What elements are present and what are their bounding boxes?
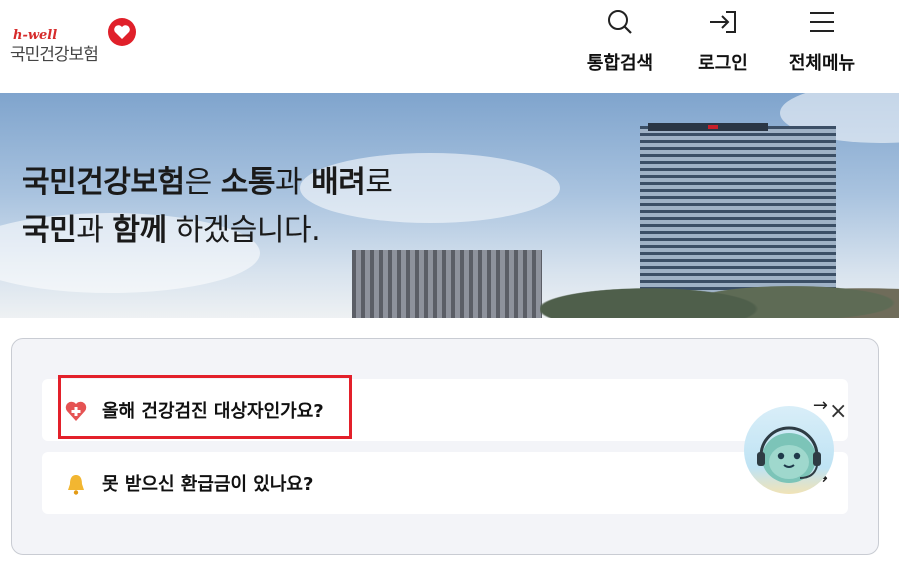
chatbot-button[interactable] xyxy=(744,406,834,494)
nav-search-button[interactable]: 통합검색 xyxy=(578,0,662,93)
nav-search-label: 통합검색 xyxy=(586,53,654,74)
bell-icon xyxy=(64,472,88,496)
arrow-right-icon: → xyxy=(812,395,828,416)
heart-logo-icon xyxy=(108,18,136,46)
site-header: h-well 국민건강보험 통합검색 로그인 전체메뉴 xyxy=(0,0,902,93)
nav-menu-label: 전체메뉴 xyxy=(788,53,856,74)
slogan-word: 배려 xyxy=(311,165,366,200)
hamburger-menu-icon xyxy=(808,8,836,40)
nav-login-button[interactable]: 로그인 xyxy=(690,0,756,93)
slogan-word: 국민 xyxy=(22,213,77,248)
quick-link-refund[interactable]: 못 받으신 환급금이 있나요? → xyxy=(42,452,848,514)
close-icon[interactable]: × xyxy=(829,401,847,423)
quick-link-label: 못 받으신 환급금이 있나요? xyxy=(102,474,314,495)
nav-login-label: 로그인 xyxy=(698,53,748,74)
slogan-word: 로 xyxy=(365,165,393,200)
logo-name: 국민건강보험 xyxy=(10,45,99,65)
building-logo-mark xyxy=(708,125,718,129)
slogan-word: 과 xyxy=(76,213,113,248)
hero-slogan-line-1: 국민건강보험은 소통과 배려로 xyxy=(22,159,393,207)
nav-menu-button[interactable]: 전체메뉴 xyxy=(782,0,862,93)
slogan-word: 소통 xyxy=(220,165,276,200)
slogan-word: 국민건강보험 xyxy=(22,165,185,200)
trees-image xyxy=(540,261,899,318)
hero-banner: 국민건강보험은 소통과 배려로 국민과 함께 하겠습니다. xyxy=(0,93,899,318)
slogan-word: 과 xyxy=(274,165,312,200)
slogan-word: 하겠습니다. xyxy=(166,213,321,248)
hero-slogan-line-2: 국민과 함께 하겠습니다. xyxy=(22,207,392,255)
side-building-image xyxy=(352,250,542,318)
logo[interactable]: h-well 국민건강보험 xyxy=(10,18,140,68)
login-icon xyxy=(708,8,738,40)
slogan-word: 은 xyxy=(184,165,221,200)
search-icon xyxy=(606,8,634,40)
hero-slogan: 국민건강보험은 소통과 배려로 국민과 함께 하겠습니다. xyxy=(22,159,393,255)
highlight-box xyxy=(58,375,352,439)
slogan-word: 함께 xyxy=(112,213,167,248)
